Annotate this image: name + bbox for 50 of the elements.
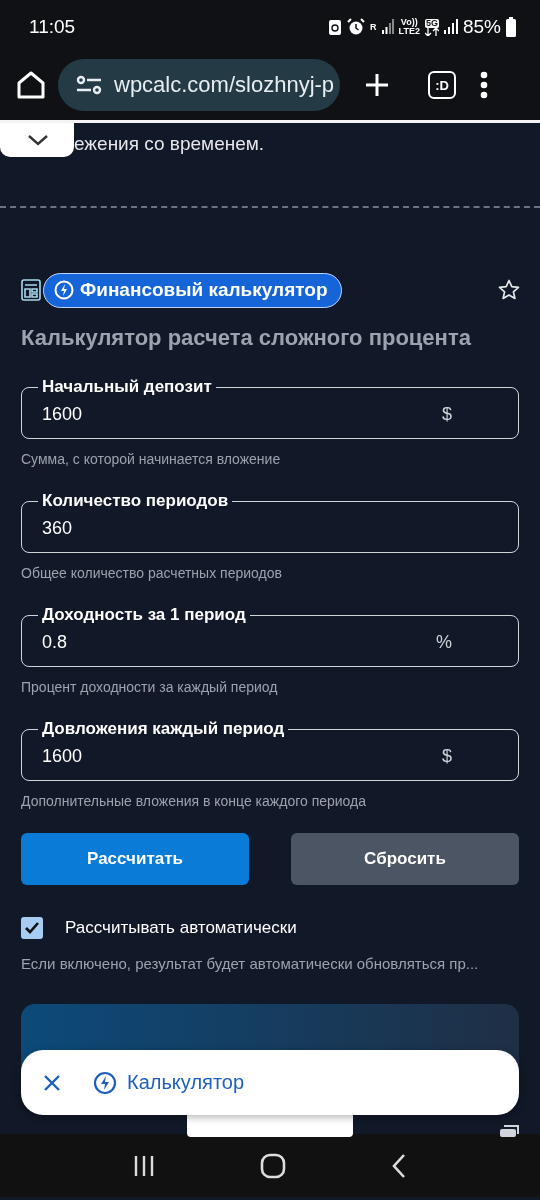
input-field[interactable]: Количество периодов 360 [21,491,519,553]
home-button-icon[interactable] [260,1152,286,1179]
site-settings-icon [76,75,102,95]
field-hint: Дополнительные вложения в конце каждого периода [21,793,368,811]
close-icon[interactable] [43,1073,61,1092]
more-icon[interactable] [480,71,488,99]
alarm-icon [347,18,366,36]
tabs-icon[interactable] [500,1125,520,1137]
clock: 11:05 [29,16,76,38]
collapse-tab[interactable] [0,123,74,157]
signal-label: LTE2 [398,27,420,36]
category-badge[interactable]: Финансовый калькулятор [43,272,342,308]
checkmark-icon [24,921,40,935]
calculator-icon [21,279,41,301]
input-field[interactable]: Начальный депозит 1600 $ [21,377,519,439]
battery-icon [506,17,516,37]
data-arrows-icon [424,27,439,36]
chevron-down-icon [27,133,49,147]
lightning-icon [54,280,74,300]
calculator-chip[interactable]: Калькулятор [93,1070,245,1095]
battery-saver-icon [328,18,343,36]
signal-label: Vo)) [400,18,418,27]
signal-icon [381,19,394,35]
intro-text: ежения со временем. [74,133,265,156]
checkbox[interactable] [21,917,43,939]
unit-label: % [436,632,452,653]
checkbox-label: Рассчитывать автоматически [64,918,297,938]
star-icon[interactable] [498,279,520,301]
unit-label: $ [442,404,452,425]
calculator-title: Калькулятор расчета сложного процента [21,324,472,352]
unit-label: $ [442,746,452,767]
signal-label: R [370,22,377,32]
reset-button[interactable]: Сбросить [291,833,519,885]
field-hint: Общее количество расчетных периодов [21,565,283,583]
lightning-icon [93,1070,117,1095]
signal-icon [443,19,458,35]
url-text: wpcalc.com/slozhnyj-p [114,72,335,98]
checkbox-hint: Если включено, результат будет автоматически обновляться пр... [21,955,480,973]
calculate-button[interactable]: Рассчитать [21,833,249,885]
battery-percent: 85% [462,16,501,38]
tab-switcher[interactable]: :D [428,71,456,99]
input-field[interactable]: Довложения каждый период 1600 $ [21,719,519,781]
signal-label: 5G [424,18,439,28]
field-hint: Процент доходности за каждый период [21,679,279,697]
new-tab-icon[interactable] [364,72,390,98]
field-hint: Сумма, с которой начинается вложение [21,451,282,469]
recent-apps-icon[interactable] [132,1153,155,1178]
address-bar[interactable]: wpcalc.com/slozhnyj-p [58,59,340,111]
input-field[interactable]: Доходность за 1 период 0.8 % [21,605,519,667]
back-icon[interactable] [391,1152,408,1179]
